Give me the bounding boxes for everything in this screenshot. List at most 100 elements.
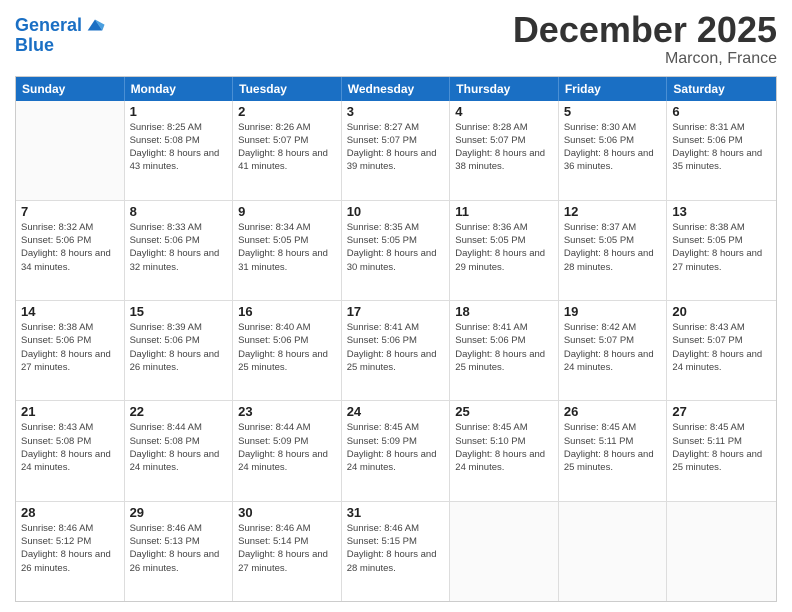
cell-info: Sunrise: 8:25 AMSunset: 5:08 PMDaylight:… (130, 121, 228, 174)
day-number: 15 (130, 304, 228, 319)
cell-info: Sunrise: 8:46 AMSunset: 5:15 PMDaylight:… (347, 522, 445, 575)
day-number: 3 (347, 104, 445, 119)
calendar-cell: 12 Sunrise: 8:37 AMSunset: 5:05 PMDayligh… (559, 201, 668, 300)
calendar-cell: 18 Sunrise: 8:41 AMSunset: 5:06 PMDayligh… (450, 301, 559, 400)
day-number: 28 (21, 505, 119, 520)
day-number: 18 (455, 304, 553, 319)
weekday-header: Thursday (450, 77, 559, 101)
calendar-cell: 24Sunrise: 8:45 AMSunset: 5:09 PMDayligh… (342, 401, 451, 500)
calendar-cell: 22 Sunrise: 8:44 AMSunset: 5:08 PMDayligh… (125, 401, 234, 500)
day-number: 11 (455, 204, 553, 219)
calendar-cell: 2Sunrise: 8:26 AMSunset: 5:07 PMDaylight… (233, 101, 342, 200)
day-number: 7 (21, 204, 119, 219)
calendar-cell: 26 Sunrise: 8:45 AMSunset: 5:11 PMDayligh… (559, 401, 668, 500)
calendar-cell (16, 101, 125, 200)
calendar-cell: 17 Sunrise: 8:41 AMSunset: 5:06 PMDayligh… (342, 301, 451, 400)
day-number: 13 (672, 204, 771, 219)
calendar-cell: 29 Sunrise: 8:46 AMSunset: 5:13 PMDayligh… (125, 502, 234, 601)
cell-info: Sunrise: 8:28 AMSunset: 5:07 PMDaylight:… (455, 121, 553, 174)
weekday-header: Sunday (16, 77, 125, 101)
cell-info: Sunrise: 8:32 AMSunset: 5:06 PMDaylight:… (21, 221, 119, 274)
title-block: December 2025 Marcon, France (513, 10, 777, 68)
day-number: 23 (238, 404, 336, 419)
calendar-cell: 11 Sunrise: 8:36 AMSunset: 5:05 PMDayligh… (450, 201, 559, 300)
calendar-cell: 1 Sunrise: 8:25 AMSunset: 5:08 PMDaylight… (125, 101, 234, 200)
page: General Blue December 2025 Marcon, Franc… (0, 0, 792, 612)
day-number: 30 (238, 505, 336, 520)
cell-info: Sunrise: 8:39 AMSunset: 5:06 PMDaylight:… (130, 321, 228, 374)
day-number: 9 (238, 204, 336, 219)
day-number: 22 (130, 404, 228, 419)
cell-info: Sunrise: 8:46 AMSunset: 5:13 PMDaylight:… (130, 522, 228, 575)
day-number: 25 (455, 404, 553, 419)
calendar-cell: 30Sunrise: 8:46 AMSunset: 5:14 PMDayligh… (233, 502, 342, 601)
calendar-cell: 10 Sunrise: 8:35 AMSunset: 5:05 PMDayligh… (342, 201, 451, 300)
day-number: 12 (564, 204, 662, 219)
cell-info: Sunrise: 8:35 AMSunset: 5:05 PMDaylight:… (347, 221, 445, 274)
day-number: 4 (455, 104, 553, 119)
cell-info: Sunrise: 8:41 AMSunset: 5:06 PMDaylight:… (455, 321, 553, 374)
calendar-cell: 14 Sunrise: 8:38 AMSunset: 5:06 PMDayligh… (16, 301, 125, 400)
day-number: 21 (21, 404, 119, 419)
weekday-header: Monday (125, 77, 234, 101)
day-number: 31 (347, 505, 445, 520)
calendar-row: 21 Sunrise: 8:43 AMSunset: 5:08 PMDayligh… (16, 401, 776, 501)
day-number: 17 (347, 304, 445, 319)
calendar-cell (559, 502, 668, 601)
cell-info: Sunrise: 8:45 AMSunset: 5:09 PMDaylight:… (347, 421, 445, 474)
cell-info: Sunrise: 8:44 AMSunset: 5:08 PMDaylight:… (130, 421, 228, 474)
cell-info: Sunrise: 8:42 AMSunset: 5:07 PMDaylight:… (564, 321, 662, 374)
logo-text: General (15, 16, 82, 34)
calendar-cell: 25 Sunrise: 8:45 AMSunset: 5:10 PMDayligh… (450, 401, 559, 500)
cell-info: Sunrise: 8:27 AMSunset: 5:07 PMDaylight:… (347, 121, 445, 174)
cell-info: Sunrise: 8:43 AMSunset: 5:08 PMDaylight:… (21, 421, 119, 474)
logo-blue: Blue (15, 36, 106, 54)
day-number: 16 (238, 304, 336, 319)
cell-info: Sunrise: 8:34 AMSunset: 5:05 PMDaylight:… (238, 221, 336, 274)
calendar-row: 1 Sunrise: 8:25 AMSunset: 5:08 PMDaylight… (16, 101, 776, 201)
day-number: 10 (347, 204, 445, 219)
cell-info: Sunrise: 8:46 AMSunset: 5:12 PMDaylight:… (21, 522, 119, 575)
cell-info: Sunrise: 8:38 AMSunset: 5:06 PMDaylight:… (21, 321, 119, 374)
calendar: SundayMondayTuesdayWednesdayThursdayFrid… (15, 76, 777, 602)
logo-icon (84, 14, 106, 36)
calendar-cell: 13Sunrise: 8:38 AMSunset: 5:05 PMDayligh… (667, 201, 776, 300)
day-number: 26 (564, 404, 662, 419)
day-number: 1 (130, 104, 228, 119)
weekday-header: Wednesday (342, 77, 451, 101)
location: Marcon, France (513, 50, 777, 68)
calendar-cell: 7 Sunrise: 8:32 AMSunset: 5:06 PMDaylight… (16, 201, 125, 300)
day-number: 29 (130, 505, 228, 520)
cell-info: Sunrise: 8:44 AMSunset: 5:09 PMDaylight:… (238, 421, 336, 474)
weekday-header: Tuesday (233, 77, 342, 101)
month-title: December 2025 (513, 10, 777, 50)
calendar-cell: 16Sunrise: 8:40 AMSunset: 5:06 PMDayligh… (233, 301, 342, 400)
logo: General Blue (15, 14, 106, 54)
cell-info: Sunrise: 8:45 AMSunset: 5:11 PMDaylight:… (564, 421, 662, 474)
day-number: 20 (672, 304, 771, 319)
cell-info: Sunrise: 8:45 AMSunset: 5:11 PMDaylight:… (672, 421, 771, 474)
calendar-cell: 8Sunrise: 8:33 AMSunset: 5:06 PMDaylight… (125, 201, 234, 300)
calendar-body: 1 Sunrise: 8:25 AMSunset: 5:08 PMDaylight… (16, 101, 776, 601)
day-number: 8 (130, 204, 228, 219)
day-number: 14 (21, 304, 119, 319)
cell-info: Sunrise: 8:36 AMSunset: 5:05 PMDaylight:… (455, 221, 553, 274)
calendar-header: SundayMondayTuesdayWednesdayThursdayFrid… (16, 77, 776, 101)
weekday-header: Saturday (667, 77, 776, 101)
calendar-cell: 6Sunrise: 8:31 AMSunset: 5:06 PMDaylight… (667, 101, 776, 200)
cell-info: Sunrise: 8:41 AMSunset: 5:06 PMDaylight:… (347, 321, 445, 374)
calendar-cell: 28 Sunrise: 8:46 AMSunset: 5:12 PMDayligh… (16, 502, 125, 601)
cell-info: Sunrise: 8:43 AMSunset: 5:07 PMDaylight:… (672, 321, 771, 374)
calendar-cell: 19 Sunrise: 8:42 AMSunset: 5:07 PMDayligh… (559, 301, 668, 400)
cell-info: Sunrise: 8:31 AMSunset: 5:06 PMDaylight:… (672, 121, 771, 174)
cell-info: Sunrise: 8:45 AMSunset: 5:10 PMDaylight:… (455, 421, 553, 474)
calendar-cell: 20 Sunrise: 8:43 AMSunset: 5:07 PMDayligh… (667, 301, 776, 400)
calendar-cell: 3 Sunrise: 8:27 AMSunset: 5:07 PMDaylight… (342, 101, 451, 200)
day-number: 2 (238, 104, 336, 119)
calendar-cell: 5Sunrise: 8:30 AMSunset: 5:06 PMDaylight… (559, 101, 668, 200)
day-number: 19 (564, 304, 662, 319)
header: General Blue December 2025 Marcon, Franc… (15, 10, 777, 68)
calendar-row: 7 Sunrise: 8:32 AMSunset: 5:06 PMDaylight… (16, 201, 776, 301)
day-number: 5 (564, 104, 662, 119)
cell-info: Sunrise: 8:37 AMSunset: 5:05 PMDaylight:… (564, 221, 662, 274)
